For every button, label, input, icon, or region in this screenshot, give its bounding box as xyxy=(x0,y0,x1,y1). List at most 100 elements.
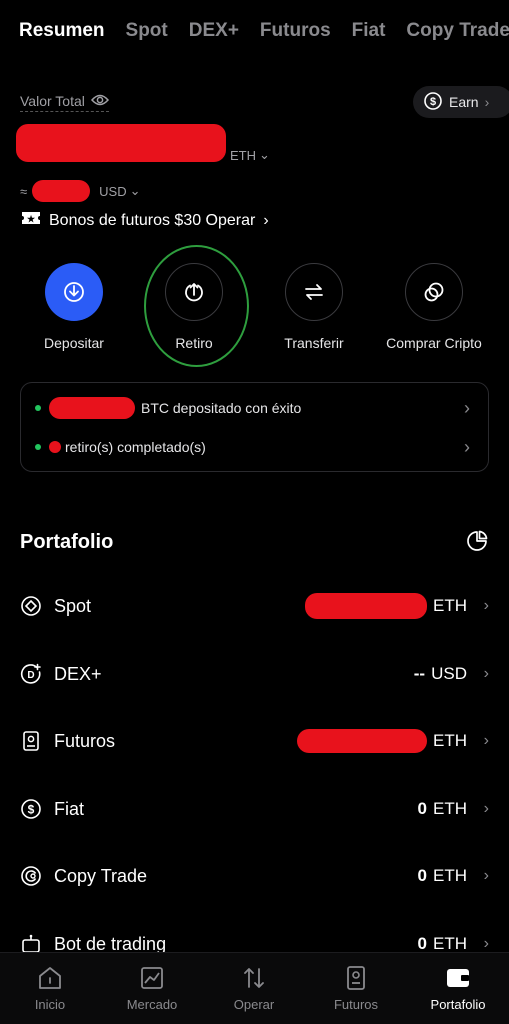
row-label: Futuros xyxy=(54,730,116,751)
chevron-right-icon: › xyxy=(263,211,269,229)
portfolio-row-futuros[interactable]: Futuros ETH › xyxy=(20,726,489,756)
wallet-icon xyxy=(447,969,469,987)
valor-total[interactable]: Valor Total xyxy=(20,93,109,112)
nav-label: Operar xyxy=(233,997,275,1012)
row-label: Spot xyxy=(54,595,92,616)
currency-secondary: USD xyxy=(99,183,127,199)
row-label: DEX+ xyxy=(54,663,102,684)
count-redaction xyxy=(49,441,61,453)
amount-redaction xyxy=(49,397,135,419)
chevron-down-icon: ⌄ xyxy=(259,147,270,162)
portfolio-row-copy-trade[interactable]: Copy Trade 0 ETH › xyxy=(20,861,489,891)
chevron-right-icon: › xyxy=(483,597,489,614)
portfolio-row-dex[interactable]: D DEX+ -- USD › xyxy=(20,659,489,689)
buy-crypto-label: Comprar Cripto xyxy=(386,335,482,351)
row-value: ETH xyxy=(305,593,467,619)
valor-total-label: Valor Total xyxy=(20,93,85,109)
svg-text:★: ★ xyxy=(27,214,36,224)
dollar-coin-icon: $ xyxy=(423,91,443,114)
chevron-right-icon: › xyxy=(483,935,489,952)
buy-crypto-action[interactable]: Comprar Cripto xyxy=(374,263,494,351)
tab-spot[interactable]: Spot xyxy=(126,20,168,42)
earn-button[interactable]: $ Earn › xyxy=(413,86,509,118)
status-dot xyxy=(35,444,41,450)
nav-label: Mercado xyxy=(126,997,178,1012)
portfolio-row-fiat[interactable]: $ Fiat 0 ETH › xyxy=(20,794,489,824)
deposit-label: Depositar xyxy=(44,335,104,351)
market-chart-icon xyxy=(141,967,163,989)
currency-main: ETH xyxy=(230,147,256,163)
futures-doc-icon xyxy=(347,966,365,990)
row-value: 0 ETH xyxy=(418,799,467,819)
row-unit: ETH xyxy=(433,799,467,818)
deposit-button[interactable] xyxy=(45,263,103,321)
futures-icon xyxy=(20,730,42,752)
row-unit: ETH xyxy=(433,731,467,750)
row-amount: 0 xyxy=(417,799,427,818)
notification-deposit[interactable]: BTC depositado con éxito › xyxy=(35,396,470,420)
top-tabs: Resumen Spot DEX+ Futuros Fiat Copy Trad… xyxy=(19,20,509,42)
chevron-down-icon: ⌄ xyxy=(129,183,141,198)
transfer-button[interactable] xyxy=(285,263,343,321)
tab-resumen[interactable]: Resumen xyxy=(19,20,105,42)
spot-icon xyxy=(20,595,42,617)
row-unit: USD xyxy=(431,664,467,683)
nav-futuros[interactable]: Futuros xyxy=(306,965,406,1012)
nav-label: Futuros xyxy=(333,997,379,1012)
notification-text: retiro(s) completado(s) xyxy=(65,439,206,455)
svg-text:$: $ xyxy=(430,96,436,108)
chevron-right-icon: › xyxy=(464,397,470,418)
pie-chart-icon[interactable] xyxy=(466,530,488,557)
row-amount: -- xyxy=(413,664,426,683)
portfolio-row-spot[interactable]: Spot ETH › xyxy=(20,591,489,621)
tab-dex[interactable]: DEX+ xyxy=(189,20,239,42)
row-amount: 0 xyxy=(417,866,427,885)
nav-portafolio[interactable]: Portafolio xyxy=(408,965,508,1012)
dollar-circle-icon: $ xyxy=(20,798,42,820)
currency-selector-main[interactable]: ETH ⌄ xyxy=(230,147,270,163)
copy-trade-icon xyxy=(20,865,42,887)
ticket-icon: ★ xyxy=(21,210,41,231)
dex-icon: D xyxy=(20,663,42,685)
notification-text: BTC depositado con éxito xyxy=(141,400,302,416)
nav-label: Inicio xyxy=(34,997,66,1012)
transfer-action[interactable]: Transferir xyxy=(254,263,374,351)
svg-text:D: D xyxy=(27,670,34,681)
status-dot xyxy=(35,405,41,411)
tab-fiat[interactable]: Fiat xyxy=(352,20,386,42)
chevron-right-icon: › xyxy=(483,665,489,682)
tab-futuros[interactable]: Futuros xyxy=(260,20,331,42)
deposit-action[interactable]: Depositar xyxy=(14,263,134,351)
bottom-navigation: Inicio Mercado Operar Futuros Portafolio xyxy=(0,952,509,1024)
tab-copy-trade[interactable]: Copy Trade xyxy=(406,20,509,42)
value-redaction xyxy=(297,729,427,753)
nav-mercado[interactable]: Mercado xyxy=(102,965,202,1012)
chevron-right-icon: › xyxy=(483,867,489,884)
row-label: Copy Trade xyxy=(54,865,148,886)
chevron-right-icon: › xyxy=(483,800,489,817)
balance-redaction xyxy=(16,124,226,162)
nav-label: Portafolio xyxy=(430,997,486,1012)
buy-crypto-button[interactable] xyxy=(405,263,463,321)
nav-inicio[interactable]: Inicio xyxy=(0,965,100,1012)
row-unit: ETH xyxy=(433,866,467,885)
usd-redaction xyxy=(32,180,91,202)
row-unit: ETH xyxy=(433,596,467,615)
futures-bonus-banner[interactable]: ★ Bonos de futuros $30 Operar › xyxy=(21,210,269,231)
currency-selector-secondary[interactable]: ≈ USD ⌄ xyxy=(20,180,141,202)
row-label: Fiat xyxy=(54,798,85,819)
notification-withdraw[interactable]: retiro(s) completado(s) › xyxy=(35,435,470,459)
bonus-text: Bonos de futuros $30 Operar xyxy=(49,211,256,229)
chevron-right-icon: › xyxy=(464,436,470,457)
coins-icon xyxy=(424,282,444,302)
nav-operar[interactable]: Operar xyxy=(204,965,304,1012)
row-unit: ETH xyxy=(433,934,467,953)
row-value: 0 ETH xyxy=(418,866,467,886)
deposit-icon xyxy=(64,282,84,302)
value-redaction xyxy=(305,593,427,619)
eye-icon[interactable] xyxy=(90,93,109,109)
home-icon xyxy=(39,967,61,989)
chevron-right-icon: › xyxy=(483,732,489,749)
svg-text:$: $ xyxy=(28,803,35,817)
row-amount: 0 xyxy=(417,934,427,953)
